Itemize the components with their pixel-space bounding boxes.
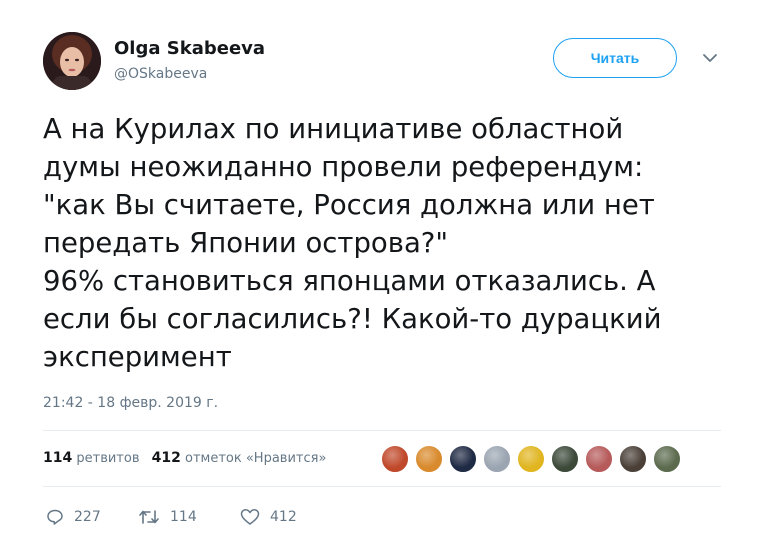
reply-icon bbox=[47, 509, 63, 525]
author-handle[interactable]: @OSkabeeva bbox=[114, 66, 207, 82]
likes-label: отметок «Нравится» bbox=[185, 451, 327, 466]
liker-avatar[interactable] bbox=[584, 444, 614, 474]
retweets-stat[interactable]: 114 ретвитов bbox=[43, 450, 140, 466]
likes-count: 412 bbox=[151, 450, 181, 466]
liker-avatar[interactable] bbox=[380, 444, 410, 474]
author-name[interactable]: Olga Skabeeva bbox=[114, 38, 265, 59]
liker-avatar[interactable] bbox=[448, 444, 478, 474]
liker-avatar[interactable] bbox=[414, 444, 444, 474]
divider bbox=[43, 430, 721, 431]
liker-avatar[interactable] bbox=[482, 444, 512, 474]
chevron-down-icon[interactable] bbox=[700, 50, 720, 66]
tweet-timestamp[interactable]: 21:42 - 18 февр. 2019 г. bbox=[43, 395, 218, 411]
reply-button[interactable]: 227 bbox=[46, 508, 101, 526]
retweet-icon bbox=[139, 510, 159, 524]
like-button[interactable]: 412 bbox=[240, 508, 297, 526]
follow-button[interactable]: Читать bbox=[553, 38, 677, 78]
liker-avatar[interactable] bbox=[618, 444, 648, 474]
like-count: 412 bbox=[270, 509, 297, 525]
retweet-button[interactable]: 114 bbox=[138, 508, 197, 526]
liker-avatar[interactable] bbox=[550, 444, 580, 474]
liker-avatar[interactable] bbox=[652, 444, 682, 474]
liker-avatar[interactable] bbox=[516, 444, 546, 474]
heart-icon bbox=[240, 509, 260, 525]
tweet-stats: 114 ретвитов 412 отметок «Нравится» bbox=[43, 450, 334, 466]
retweets-count: 114 bbox=[43, 450, 73, 466]
tweet-text: А на Курилах по инициативе областной дум… bbox=[43, 113, 662, 373]
retweets-label: ретвитов bbox=[76, 451, 140, 466]
retweet-count: 114 bbox=[170, 509, 197, 525]
divider bbox=[43, 486, 721, 487]
likes-stat[interactable]: 412 отметок «Нравится» bbox=[151, 450, 327, 466]
reply-count: 227 bbox=[74, 509, 101, 525]
author-avatar[interactable] bbox=[43, 32, 101, 90]
